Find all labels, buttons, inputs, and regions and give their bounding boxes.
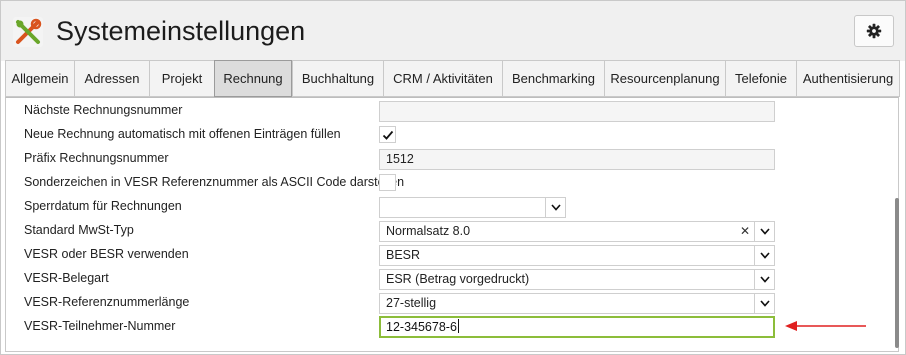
tab-buchhaltung[interactable]: Buchhaltung — [292, 60, 383, 97]
special-chars-label: Sonderzeichen in VESR Referenznummer als… — [24, 175, 405, 189]
vesr-ref-length-select[interactable]: 27-stellig — [379, 293, 775, 314]
vesr-type-label: VESR-Belegart — [24, 271, 109, 285]
scrollbar-thumb[interactable] — [895, 198, 899, 348]
chevron-down-icon[interactable] — [754, 294, 774, 313]
vesr-besr-value: BESR — [386, 248, 421, 262]
setting-row-vesr-ref-length: VESR-Referenznummerlänge 27-stellig — [6, 291, 886, 315]
setting-row-auto-fill: Neue Rechnung automatisch mit offenen Ei… — [6, 123, 886, 147]
tab-resourcenplanung[interactable]: Resourcenplanung — [604, 60, 725, 97]
tab-authentisierung[interactable]: Authentisierung — [796, 60, 900, 97]
auto-fill-checkbox[interactable] — [379, 126, 396, 143]
settings-window: Systemeinstellungen Allgemein Adressen P… — [0, 0, 906, 355]
gear-icon — [866, 23, 882, 39]
title-bar: Systemeinstellungen — [1, 1, 905, 61]
setting-row-vesr-type: VESR-Belegart ESR (Betrag vorgedruckt) — [6, 267, 886, 291]
settings-panel: Nächste Rechnungsnummer Neue Rechnung au… — [5, 97, 899, 352]
prefix-label: Präfix Rechnungsnummer — [24, 151, 169, 165]
lock-date-label: Sperrdatum für Rechnungen — [24, 199, 182, 213]
tab-telefonie[interactable]: Telefonie — [725, 60, 796, 97]
special-chars-checkbox[interactable] — [379, 174, 396, 191]
vesr-ref-length-label: VESR-Referenznummerlänge — [24, 295, 190, 309]
vat-type-value: Normalsatz 8.0 — [386, 224, 471, 238]
next-invoice-number-label: Nächste Rechnungsnummer — [24, 103, 183, 117]
vesr-type-select[interactable]: ESR (Betrag vorgedruckt) — [379, 269, 775, 290]
vat-type-label: Standard MwSt-Typ — [24, 223, 134, 237]
prefix-field[interactable]: 1512 — [379, 149, 775, 170]
vesr-ref-length-value: 27-stellig — [386, 296, 437, 310]
vesr-type-value: ESR (Betrag vorgedruckt) — [386, 272, 530, 286]
chevron-down-icon[interactable] — [754, 222, 774, 241]
vertical-scrollbar[interactable] — [894, 98, 900, 351]
vesr-participant-input[interactable]: 12-345678-6 — [379, 316, 775, 338]
tab-benchmarking[interactable]: Benchmarking — [502, 60, 604, 97]
setting-row-lock-date: Sperrdatum für Rechnungen — [6, 195, 886, 219]
setting-row-vesr-besr: VESR oder BESR verwenden BESR — [6, 243, 886, 267]
checkmark-icon — [382, 130, 393, 140]
tab-rechnung[interactable]: Rechnung — [214, 60, 292, 97]
auto-fill-label: Neue Rechnung automatisch mit offenen Ei… — [24, 127, 341, 141]
next-invoice-number-field[interactable] — [379, 101, 775, 122]
chevron-down-icon[interactable] — [754, 246, 774, 265]
clear-icon[interactable]: ✕ — [740, 222, 750, 241]
tools-icon — [13, 17, 43, 47]
vesr-besr-label: VESR oder BESR verwenden — [24, 247, 189, 261]
annotation-arrow-icon — [785, 321, 866, 331]
tab-crm-aktivitaeten[interactable]: CRM / Aktivitäten — [383, 60, 502, 97]
setting-row-special-chars: Sonderzeichen in VESR Referenznummer als… — [6, 171, 886, 195]
vat-type-select[interactable]: Normalsatz 8.0 ✕ — [379, 221, 775, 242]
setting-row-vat-type: Standard MwSt-Typ Normalsatz 8.0 ✕ — [6, 219, 886, 243]
vesr-participant-label: VESR-Teilnehmer-Nummer — [24, 319, 176, 333]
vesr-participant-value: 12-345678-6 — [386, 320, 457, 334]
chevron-down-icon[interactable] — [545, 198, 565, 217]
setting-row-next-invoice-number: Nächste Rechnungsnummer — [6, 99, 886, 123]
setting-row-vesr-participant: VESR-Teilnehmer-Nummer 12-345678-6 — [6, 315, 886, 339]
tab-projekt[interactable]: Projekt — [149, 60, 214, 97]
text-caret — [457, 319, 459, 333]
setting-row-prefix: Präfix Rechnungsnummer 1512 — [6, 147, 886, 171]
settings-button[interactable] — [854, 15, 894, 47]
tab-adressen[interactable]: Adressen — [74, 60, 149, 97]
tab-allgemein[interactable]: Allgemein — [5, 60, 74, 97]
tab-bar: Allgemein Adressen Projekt Rechnung Buch… — [5, 60, 900, 97]
page-title: Systemeinstellungen — [56, 16, 306, 46]
vesr-besr-select[interactable]: BESR — [379, 245, 775, 266]
lock-date-picker[interactable] — [379, 197, 566, 218]
chevron-down-icon[interactable] — [754, 270, 774, 289]
